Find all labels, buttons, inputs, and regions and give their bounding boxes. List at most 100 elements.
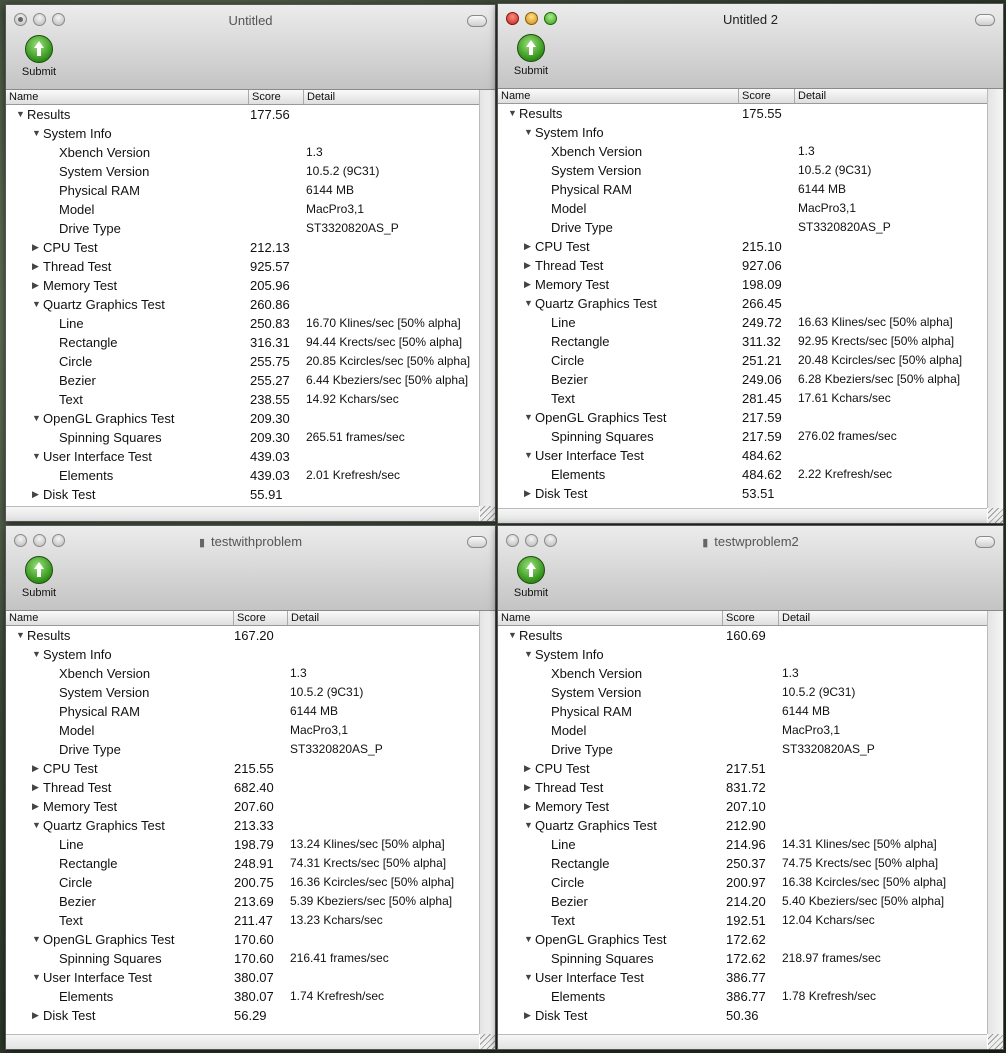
column-name[interactable]: Name — [6, 90, 248, 104]
outline-row[interactable]: Circle 251.21 20.48 Kcircles/sec [50% alph… — [498, 351, 987, 370]
disclosure-open-icon[interactable]: ▼ — [524, 123, 533, 142]
outline-row[interactable]: ▶ Disk Test 56.29 — [6, 1006, 479, 1025]
outline-row[interactable]: ▶ CPU Test 212.13 — [6, 238, 479, 257]
outline-row[interactable]: ▼ OpenGL Graphics Test 172.62 — [498, 930, 987, 949]
disclosure-open-icon[interactable]: ▼ — [32, 124, 41, 143]
toolbar-toggle-button[interactable] — [467, 536, 487, 548]
outline-row[interactable]: ▼ System Info — [6, 645, 479, 664]
disclosure-open-icon[interactable]: ▼ — [508, 626, 517, 645]
outline-row[interactable]: Text 192.51 12.04 Kchars/sec — [498, 911, 987, 930]
window-titlebar[interactable]: Untitled 2 Submit — [498, 4, 1003, 89]
outline-row[interactable]: Text 281.45 17.61 Kchars/sec — [498, 389, 987, 408]
outline-row[interactable]: Model MacPro3,1 — [6, 721, 479, 740]
disclosure-closed-icon[interactable]: ▶ — [32, 257, 39, 276]
disclosure-open-icon[interactable]: ▼ — [524, 930, 533, 949]
outline-row[interactable]: ▶ CPU Test 215.10 — [498, 237, 987, 256]
outline-row[interactable]: Line 198.79 13.24 Klines/sec [50% alpha] — [6, 835, 479, 854]
outline-row[interactable]: ▼ OpenGL Graphics Test 217.59 — [498, 408, 987, 427]
outline-row[interactable]: ▶ Thread Test 925.57 — [6, 257, 479, 276]
outline-row[interactable]: ▶ Thread Test 927.06 — [498, 256, 987, 275]
outline-row[interactable]: Model MacPro3,1 — [498, 199, 987, 218]
outline-row[interactable]: ▼ Quartz Graphics Test 212.90 — [498, 816, 987, 835]
disclosure-open-icon[interactable]: ▼ — [32, 447, 41, 466]
window-titlebar[interactable]: ▮ testwproblem2 Submit — [498, 526, 1003, 611]
outline-row[interactable]: Physical RAM 6144 MB — [498, 180, 987, 199]
outline-row[interactable]: ▶ Thread Test 831.72 — [498, 778, 987, 797]
outline-row[interactable]: ▼ User Interface Test 386.77 — [498, 968, 987, 987]
disclosure-closed-icon[interactable]: ▶ — [524, 778, 531, 797]
column-detail[interactable]: Detail — [287, 611, 479, 625]
disclosure-open-icon[interactable]: ▼ — [16, 105, 25, 124]
outline-row[interactable]: System Version 10.5.2 (9C31) — [498, 161, 987, 180]
vertical-scrollbar[interactable] — [479, 611, 495, 1034]
column-score[interactable]: Score — [722, 611, 778, 625]
outline-row[interactable]: ▼ Results 175.55 — [498, 104, 987, 123]
outline-row[interactable]: System Version 10.5.2 (9C31) — [6, 683, 479, 702]
submit-button[interactable]: Submit — [14, 556, 64, 599]
outline-row[interactable]: Xbench Version 1.3 — [6, 143, 479, 162]
disclosure-open-icon[interactable]: ▼ — [524, 446, 533, 465]
column-name[interactable]: Name — [6, 611, 233, 625]
disclosure-open-icon[interactable]: ▼ — [524, 968, 533, 987]
disclosure-open-icon[interactable]: ▼ — [32, 968, 41, 987]
submit-button[interactable]: Submit — [14, 35, 64, 78]
disclosure-open-icon[interactable]: ▼ — [32, 645, 41, 664]
outline-row[interactable]: ▶ Memory Test 198.09 — [498, 275, 987, 294]
outline-row[interactable]: Rectangle 248.91 74.31 Krects/sec [50% alp… — [6, 854, 479, 873]
outline-row[interactable]: ▼ System Info — [498, 645, 987, 664]
outline-row[interactable]: Bezier 255.27 6.44 Kbeziers/sec [50% alpha… — [6, 371, 479, 390]
disclosure-closed-icon[interactable]: ▶ — [32, 759, 39, 778]
disclosure-closed-icon[interactable]: ▶ — [32, 1006, 39, 1025]
horizontal-scrollbar[interactable] — [6, 1034, 479, 1049]
disclosure-closed-icon[interactable]: ▶ — [524, 484, 531, 503]
outline-row[interactable]: Rectangle 311.32 92.95 Krects/sec [50% alp… — [498, 332, 987, 351]
horizontal-scrollbar[interactable] — [6, 506, 479, 521]
resize-grip-icon[interactable] — [480, 1034, 495, 1049]
outline-row[interactable]: System Version 10.5.2 (9C31) — [498, 683, 987, 702]
outline-row[interactable]: Drive Type ST3320820AS_P — [498, 218, 987, 237]
disclosure-closed-icon[interactable]: ▶ — [32, 797, 39, 816]
column-detail[interactable]: Detail — [778, 611, 987, 625]
outline-row[interactable]: Elements 484.62 2.22 Krefresh/sec — [498, 465, 987, 484]
resize-grip-icon[interactable] — [988, 1034, 1003, 1049]
toolbar-toggle-button[interactable] — [467, 15, 487, 27]
disclosure-closed-icon[interactable]: ▶ — [524, 237, 531, 256]
toolbar-toggle-button[interactable] — [975, 536, 995, 548]
outline-row[interactable]: Bezier 249.06 6.28 Kbeziers/sec [50% alpha… — [498, 370, 987, 389]
column-score[interactable]: Score — [738, 89, 794, 103]
outline-row[interactable]: Spinning Squares 170.60 216.41 frames/sec — [6, 949, 479, 968]
column-detail[interactable]: Detail — [794, 89, 987, 103]
disclosure-open-icon[interactable]: ▼ — [524, 294, 533, 313]
outline-row[interactable]: ▼ OpenGL Graphics Test 209.30 — [6, 409, 479, 428]
outline-row[interactable]: Xbench Version 1.3 — [498, 142, 987, 161]
column-name[interactable]: Name — [498, 89, 738, 103]
disclosure-closed-icon[interactable]: ▶ — [32, 778, 39, 797]
outline-row[interactable]: Xbench Version 1.3 — [6, 664, 479, 683]
resize-grip-icon[interactable] — [988, 508, 1003, 523]
outline-row[interactable]: ▶ Disk Test 50.36 — [498, 1006, 987, 1025]
outline-row[interactable]: Line 250.83 16.70 Klines/sec [50% alpha] — [6, 314, 479, 333]
outline-row[interactable]: Text 238.55 14.92 Kchars/sec — [6, 390, 479, 409]
outline-row[interactable]: Physical RAM 6144 MB — [6, 181, 479, 200]
outline-row[interactable]: Text 211.47 13.23 Kchars/sec — [6, 911, 479, 930]
outline-row[interactable]: Model MacPro3,1 — [498, 721, 987, 740]
column-detail[interactable]: Detail — [303, 90, 479, 104]
submit-button[interactable]: Submit — [506, 34, 556, 77]
disclosure-closed-icon[interactable]: ▶ — [32, 485, 39, 504]
column-score[interactable]: Score — [233, 611, 287, 625]
window-titlebar[interactable]: Untitled Submit — [6, 5, 495, 90]
disclosure-closed-icon[interactable]: ▶ — [524, 759, 531, 778]
outline-row[interactable]: Rectangle 316.31 94.44 Krects/sec [50% alp… — [6, 333, 479, 352]
disclosure-open-icon[interactable]: ▼ — [16, 626, 25, 645]
outline-row[interactable]: ▶ Memory Test 207.10 — [498, 797, 987, 816]
disclosure-closed-icon[interactable]: ▶ — [524, 797, 531, 816]
outline-row[interactable]: Model MacPro3,1 — [6, 200, 479, 219]
outline-row[interactable]: Circle 255.75 20.85 Kcircles/sec [50% alph… — [6, 352, 479, 371]
outline-row[interactable]: Physical RAM 6144 MB — [498, 702, 987, 721]
outline-row[interactable]: Elements 380.07 1.74 Krefresh/sec — [6, 987, 479, 1006]
outline-row[interactable]: Rectangle 250.37 74.75 Krects/sec [50% alp… — [498, 854, 987, 873]
horizontal-scrollbar[interactable] — [498, 508, 987, 523]
outline-row[interactable]: ▼ Quartz Graphics Test 266.45 — [498, 294, 987, 313]
vertical-scrollbar[interactable] — [987, 611, 1003, 1034]
outline-row[interactable]: ▶ Memory Test 205.96 — [6, 276, 479, 295]
